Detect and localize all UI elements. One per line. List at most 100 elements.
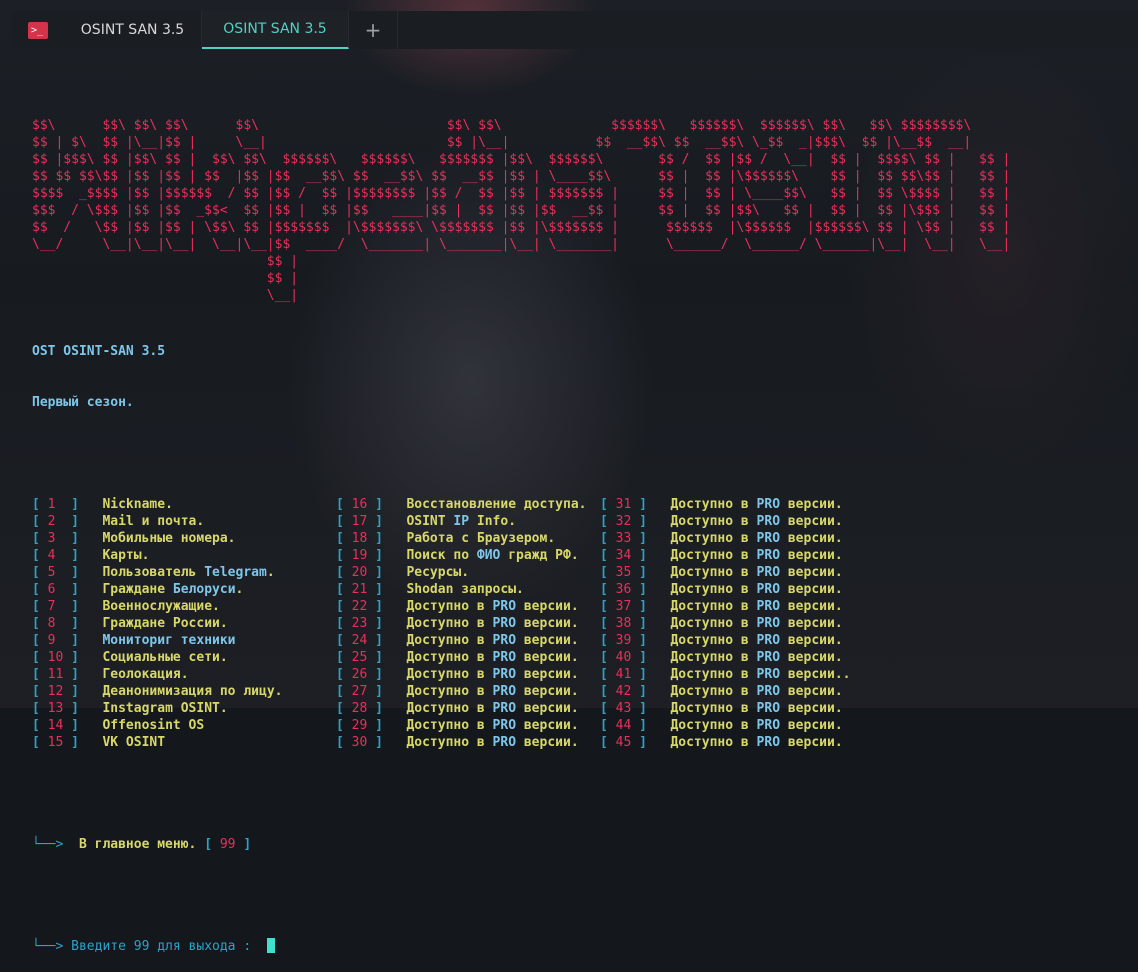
bracket: [	[600, 718, 616, 733]
menu-item-4[interactable]: [ 4 ] Карты.	[32, 547, 336, 564]
menu-item-22[interactable]: [ 22 ] Доступно в PRO версии.	[336, 598, 600, 615]
bracket: [	[32, 650, 48, 665]
bracket: ]	[55, 616, 79, 631]
bracket: ]	[631, 531, 647, 546]
menu-item-35[interactable]: [ 35 ] Доступно в PRO версии.	[600, 564, 843, 581]
menu-item-10[interactable]: [ 10 ] Социальные сети.	[32, 649, 336, 666]
menu-item-29[interactable]: [ 29 ] Доступно в PRO версии.	[336, 717, 600, 734]
menu-item-tail: версии.	[780, 548, 843, 563]
menu-item-39[interactable]: [ 39 ] Доступно в PRO версии.	[600, 632, 843, 649]
menu-item-label: Граждане России.	[102, 616, 228, 631]
menu-item-41[interactable]: [ 41 ] Доступно в PRO версии..	[600, 666, 850, 683]
terminal-output[interactable]: $$\ $$\ $$\ $$\ $$\ $$\ $$\ $$$$$$\ $$$$…	[32, 83, 1138, 954]
menu-row: [ 15 ] VK OSINT[ 30 ] Доступно в PRO вер…	[32, 734, 1138, 751]
menu-item-number: 32	[615, 514, 632, 529]
menu-item-label: Пользователь	[102, 565, 205, 580]
menu-item-8[interactable]: [ 8 ] Граждане России.	[32, 615, 336, 632]
menu-item-number: 44	[615, 718, 632, 733]
menu-item-19[interactable]: [ 19 ] Поиск по ФИО гражд РФ.	[336, 547, 600, 564]
menu-item-40[interactable]: [ 40 ] Доступно в PRO версии.	[600, 649, 843, 666]
menu-item-11[interactable]: [ 11 ] Геолокация.	[32, 666, 336, 683]
menu-item-highlight: ФИО	[476, 548, 501, 563]
bracket: [	[336, 582, 352, 597]
bracket: ]	[631, 582, 647, 597]
menu-item-label: Доступно в	[670, 497, 757, 512]
banner-line: $$ / \$$ |$$ |$$ | \$$\ $$ |$$$$$$$ |\$$…	[32, 220, 1011, 235]
menu-item-23[interactable]: [ 23 ] Доступно в PRO версии.	[336, 615, 600, 632]
bracket: ]	[631, 599, 647, 614]
menu-item-2[interactable]: [ 2 ] Mail и почта.	[32, 513, 336, 530]
menu-item-label: Доступно в	[406, 650, 493, 665]
menu-item-45[interactable]: [ 45 ] Доступно в PRO версии.	[600, 734, 843, 751]
menu-item-label: Доступно в	[670, 633, 757, 648]
menu-item-highlight: PRO	[756, 684, 781, 699]
bracket: ]	[367, 735, 383, 750]
bracket: [	[600, 667, 616, 682]
menu-item-38[interactable]: [ 38 ] Доступно в PRO версии.	[600, 615, 843, 632]
bracket: [	[336, 667, 352, 682]
menu-item-37[interactable]: [ 37 ] Доступно в PRO версии.	[600, 598, 843, 615]
banner-line: $$$$ _$$$$ |$$ |$$$$$$ / $$ |$$ / $$ |$$…	[32, 186, 1011, 201]
menu-item-44[interactable]: [ 44 ] Доступно в PRO версии.	[600, 717, 843, 734]
menu-item-number: 43	[615, 701, 632, 716]
menu-item-28[interactable]: [ 28 ] Доступно в PRO версии.	[336, 700, 600, 717]
banner-line: $$ |	[32, 271, 299, 286]
bracket: [	[600, 616, 616, 631]
menu-item-label: Доступно в	[670, 548, 757, 563]
input-prompt-line[interactable]: └──> Введите 99 для выхода :	[32, 938, 1138, 955]
tab-1[interactable]: OSINT SAN 3.5	[64, 11, 202, 49]
menu-item-5[interactable]: [ 5 ] Пользователь Telegram.	[32, 564, 336, 581]
menu-item-33[interactable]: [ 33 ] Доступно в PRO версии.	[600, 530, 843, 547]
bracket: [	[336, 684, 352, 699]
bracket: [	[336, 633, 352, 648]
menu-item-12[interactable]: [ 12 ] Деанонимизация по лицу.	[32, 683, 336, 700]
menu-item-18[interactable]: [ 18 ] Работа с Браузером.	[336, 530, 600, 547]
text-cursor[interactable]	[266, 938, 275, 953]
menu-item-36[interactable]: [ 36 ] Доступно в PRO версии.	[600, 581, 843, 598]
menu-item-43[interactable]: [ 43 ] Доступно в PRO версии.	[600, 700, 843, 717]
bracket: ]	[631, 548, 647, 563]
menu-item-32[interactable]: [ 32 ] Доступно в PRO версии.	[600, 513, 843, 530]
menu-item-1[interactable]: [ 1 ] Nickname.	[32, 496, 336, 513]
menu-item-16[interactable]: [ 16 ] Восстановление доступа.	[336, 496, 600, 513]
app-menu[interactable]: >_	[12, 11, 64, 49]
menu-item-26[interactable]: [ 26 ] Доступно в PRO версии.	[336, 666, 600, 683]
menu-item-label: Работа с Браузером.	[406, 531, 556, 546]
menu-item-27[interactable]: [ 27 ] Доступно в PRO версии.	[336, 683, 600, 700]
new-tab-button[interactable]: +	[349, 11, 398, 49]
bracket: [	[336, 531, 352, 546]
bracket: [	[336, 650, 352, 665]
bracket: [	[336, 548, 352, 563]
menu-item-25[interactable]: [ 25 ] Доступно в PRO версии.	[336, 649, 600, 666]
menu-item-17[interactable]: [ 17 ] OSINT IP Info.	[336, 513, 600, 530]
menu-item-34[interactable]: [ 34 ] Доступно в PRO версии.	[600, 547, 843, 564]
input-prompt: Введите 99 для выхода :	[71, 939, 252, 954]
menu-item-20[interactable]: [ 20 ] Ресурсы.	[336, 564, 600, 581]
terminal-icon: >_	[28, 21, 48, 39]
menu-item-3[interactable]: [ 3 ] Мобильные номера.	[32, 530, 336, 547]
menu-item-label: Mail и почта.	[102, 514, 205, 529]
menu-item-6[interactable]: [ 6 ] Граждане Белоруси.	[32, 581, 336, 598]
menu-item-tail: версии.	[516, 599, 579, 614]
menu-item-15[interactable]: [ 15 ] VK OSINT	[32, 734, 336, 751]
menu-item-label: Карты.	[102, 548, 150, 563]
menu-item-21[interactable]: [ 21 ] Shodan запросы.	[336, 581, 600, 598]
menu-item-13[interactable]: [ 13 ] Instagram OSINT.	[32, 700, 336, 717]
bracket: ]	[55, 514, 79, 529]
bracket: [	[32, 599, 48, 614]
menu-row: [ 4 ] Карты.[ 19 ] Поиск по ФИО гражд РФ…	[32, 547, 1138, 564]
menu-item-31[interactable]: [ 31 ] Доступно в PRO версии.	[600, 496, 843, 513]
menu-item-24[interactable]: [ 24 ] Доступно в PRO версии.	[336, 632, 600, 649]
menu-item-9[interactable]: [ 9 ] Мониториг техники	[32, 632, 336, 649]
bracket: [	[32, 565, 48, 580]
banner-line: \__/ \__|\__|\__| \__|\__|$$ ____/ \____…	[32, 237, 1011, 252]
menu-item-highlight: PRO	[756, 735, 781, 750]
menu-item-30[interactable]: [ 30 ] Доступно в PRO версии.	[336, 734, 600, 751]
menu-item-number: 16	[351, 497, 368, 512]
menu-item-14[interactable]: [ 14 ] Offenosint OS	[32, 717, 336, 734]
menu-item-42[interactable]: [ 42 ] Доступно в PRO версии.	[600, 683, 843, 700]
menu-item-number: 35	[615, 565, 632, 580]
menu-row: [ 13 ] Instagram OSINT.[ 28 ] Доступно в…	[32, 700, 1138, 717]
menu-item-7[interactable]: [ 7 ] Военнослужащие.	[32, 598, 336, 615]
tab-2[interactable]: OSINT SAN 3.5	[202, 11, 349, 49]
